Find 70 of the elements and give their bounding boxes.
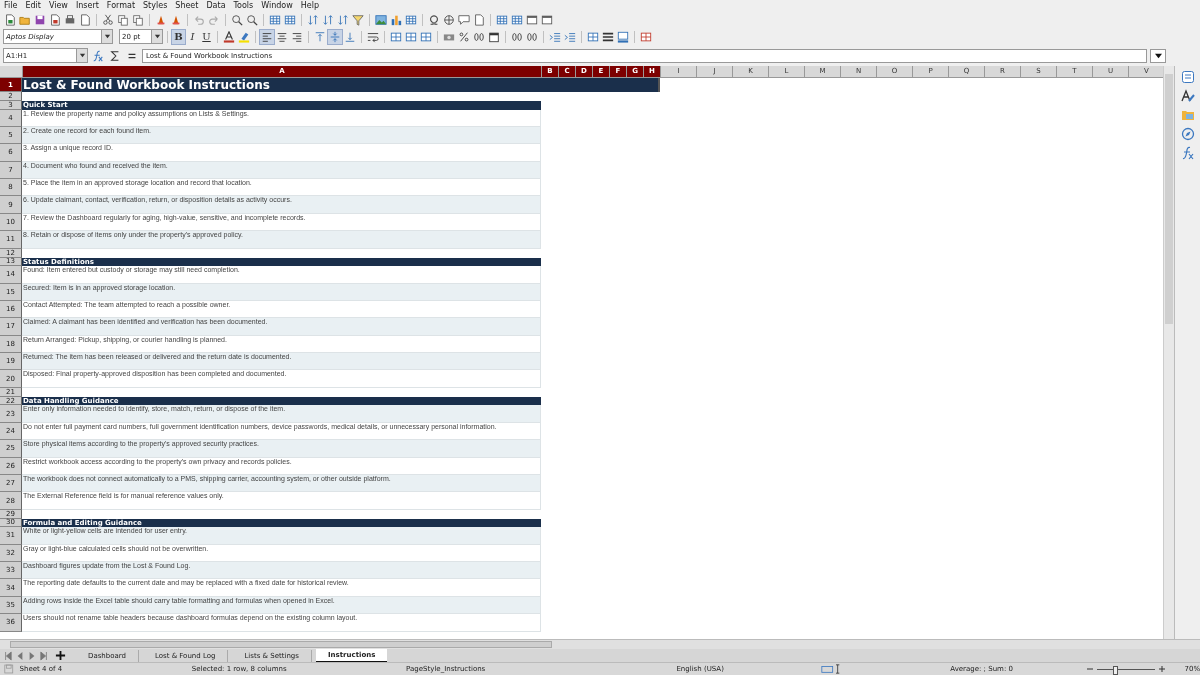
menu-item[interactable]: Help <box>300 0 320 11</box>
menu-item[interactable]: View <box>48 0 68 11</box>
pdf-icon[interactable] <box>48 12 62 27</box>
menu-item[interactable]: Edit <box>25 0 41 11</box>
menu-item[interactable]: Window <box>261 0 293 11</box>
cut-icon[interactable] <box>101 12 115 27</box>
zoom-slider-thumb[interactable] <box>1113 665 1119 675</box>
dropdown-icon <box>153 33 161 40</box>
sort-icon[interactable] <box>306 12 320 27</box>
scrollbar-thumb[interactable] <box>1165 74 1173 324</box>
menu-item[interactable]: Tools <box>233 0 254 11</box>
expand-button[interactable] <box>1150 48 1166 63</box>
globe-icon[interactable] <box>442 12 456 27</box>
grid-icon[interactable] <box>389 29 403 44</box>
styles-icon[interactable] <box>1180 89 1195 103</box>
menu-item[interactable]: Styles <box>143 0 168 11</box>
zoom-out-icon[interactable] <box>1086 665 1095 673</box>
table-icon[interactable] <box>495 12 509 27</box>
grid-icon[interactable] <box>419 29 433 44</box>
add-sheet-icon[interactable] <box>55 650 66 661</box>
page-icon[interactable] <box>78 12 92 27</box>
filter-icon[interactable] <box>351 12 365 27</box>
sort-icon[interactable] <box>336 12 350 27</box>
underline-button[interactable]: U <box>200 29 213 44</box>
menu-item[interactable]: Insert <box>75 0 99 11</box>
first-sheet-icon[interactable] <box>4 650 12 661</box>
function-icon[interactable] <box>1180 146 1195 160</box>
caret-icon <box>1154 52 1162 59</box>
save-status-icon <box>4 664 14 674</box>
image-icon[interactable] <box>374 12 388 27</box>
function-wizard-icon[interactable] <box>91 48 105 63</box>
zoom-in-icon[interactable] <box>1158 665 1167 673</box>
italic-button[interactable]: I <box>186 29 199 44</box>
pivot-icon[interactable] <box>404 12 418 27</box>
align-left-icon[interactable] <box>260 29 274 44</box>
border-color-icon[interactable] <box>616 29 630 44</box>
paste-icon[interactable] <box>131 12 145 27</box>
font-color-icon[interactable] <box>222 29 236 44</box>
copy-icon[interactable] <box>116 12 130 27</box>
comment-icon[interactable] <box>457 12 471 27</box>
bold-button[interactable]: B <box>172 29 185 44</box>
properties-icon[interactable] <box>1180 70 1195 84</box>
menu-item[interactable]: Sheet <box>175 0 199 11</box>
selection-mode-icon[interactable] <box>820 664 841 674</box>
window-icon[interactable] <box>525 12 539 27</box>
table-icon[interactable] <box>268 12 282 27</box>
percent-icon[interactable] <box>457 29 471 44</box>
navigator-icon[interactable] <box>1180 127 1195 141</box>
align-top-icon[interactable] <box>313 29 327 44</box>
dropdown-icon <box>78 52 86 59</box>
borders-icon[interactable] <box>586 29 600 44</box>
calendar-icon[interactable] <box>487 29 501 44</box>
grid-icon[interactable] <box>404 29 418 44</box>
menu-item[interactable]: File <box>4 0 18 11</box>
table-icon[interactable] <box>283 12 297 27</box>
conditional-icon[interactable] <box>639 29 653 44</box>
new-document-icon[interactable] <box>3 12 17 27</box>
previous-sheet-icon[interactable] <box>16 650 24 661</box>
dropdown-icon <box>103 33 111 40</box>
menu-item[interactable]: Format <box>106 0 136 11</box>
sort-icon[interactable] <box>321 12 335 27</box>
menu-item[interactable]: Data <box>206 0 226 11</box>
search-icon[interactable] <box>230 12 244 27</box>
title-cell: Lost & Found Workbook Instructions <box>22 78 660 92</box>
next-sheet-icon[interactable] <box>28 650 36 661</box>
table-icon[interactable] <box>510 12 524 27</box>
spelling-icon[interactable] <box>245 12 259 27</box>
page-icon[interactable] <box>472 12 486 27</box>
scrollbar-thumb[interactable] <box>10 641 552 648</box>
last-sheet-icon[interactable] <box>40 650 48 661</box>
